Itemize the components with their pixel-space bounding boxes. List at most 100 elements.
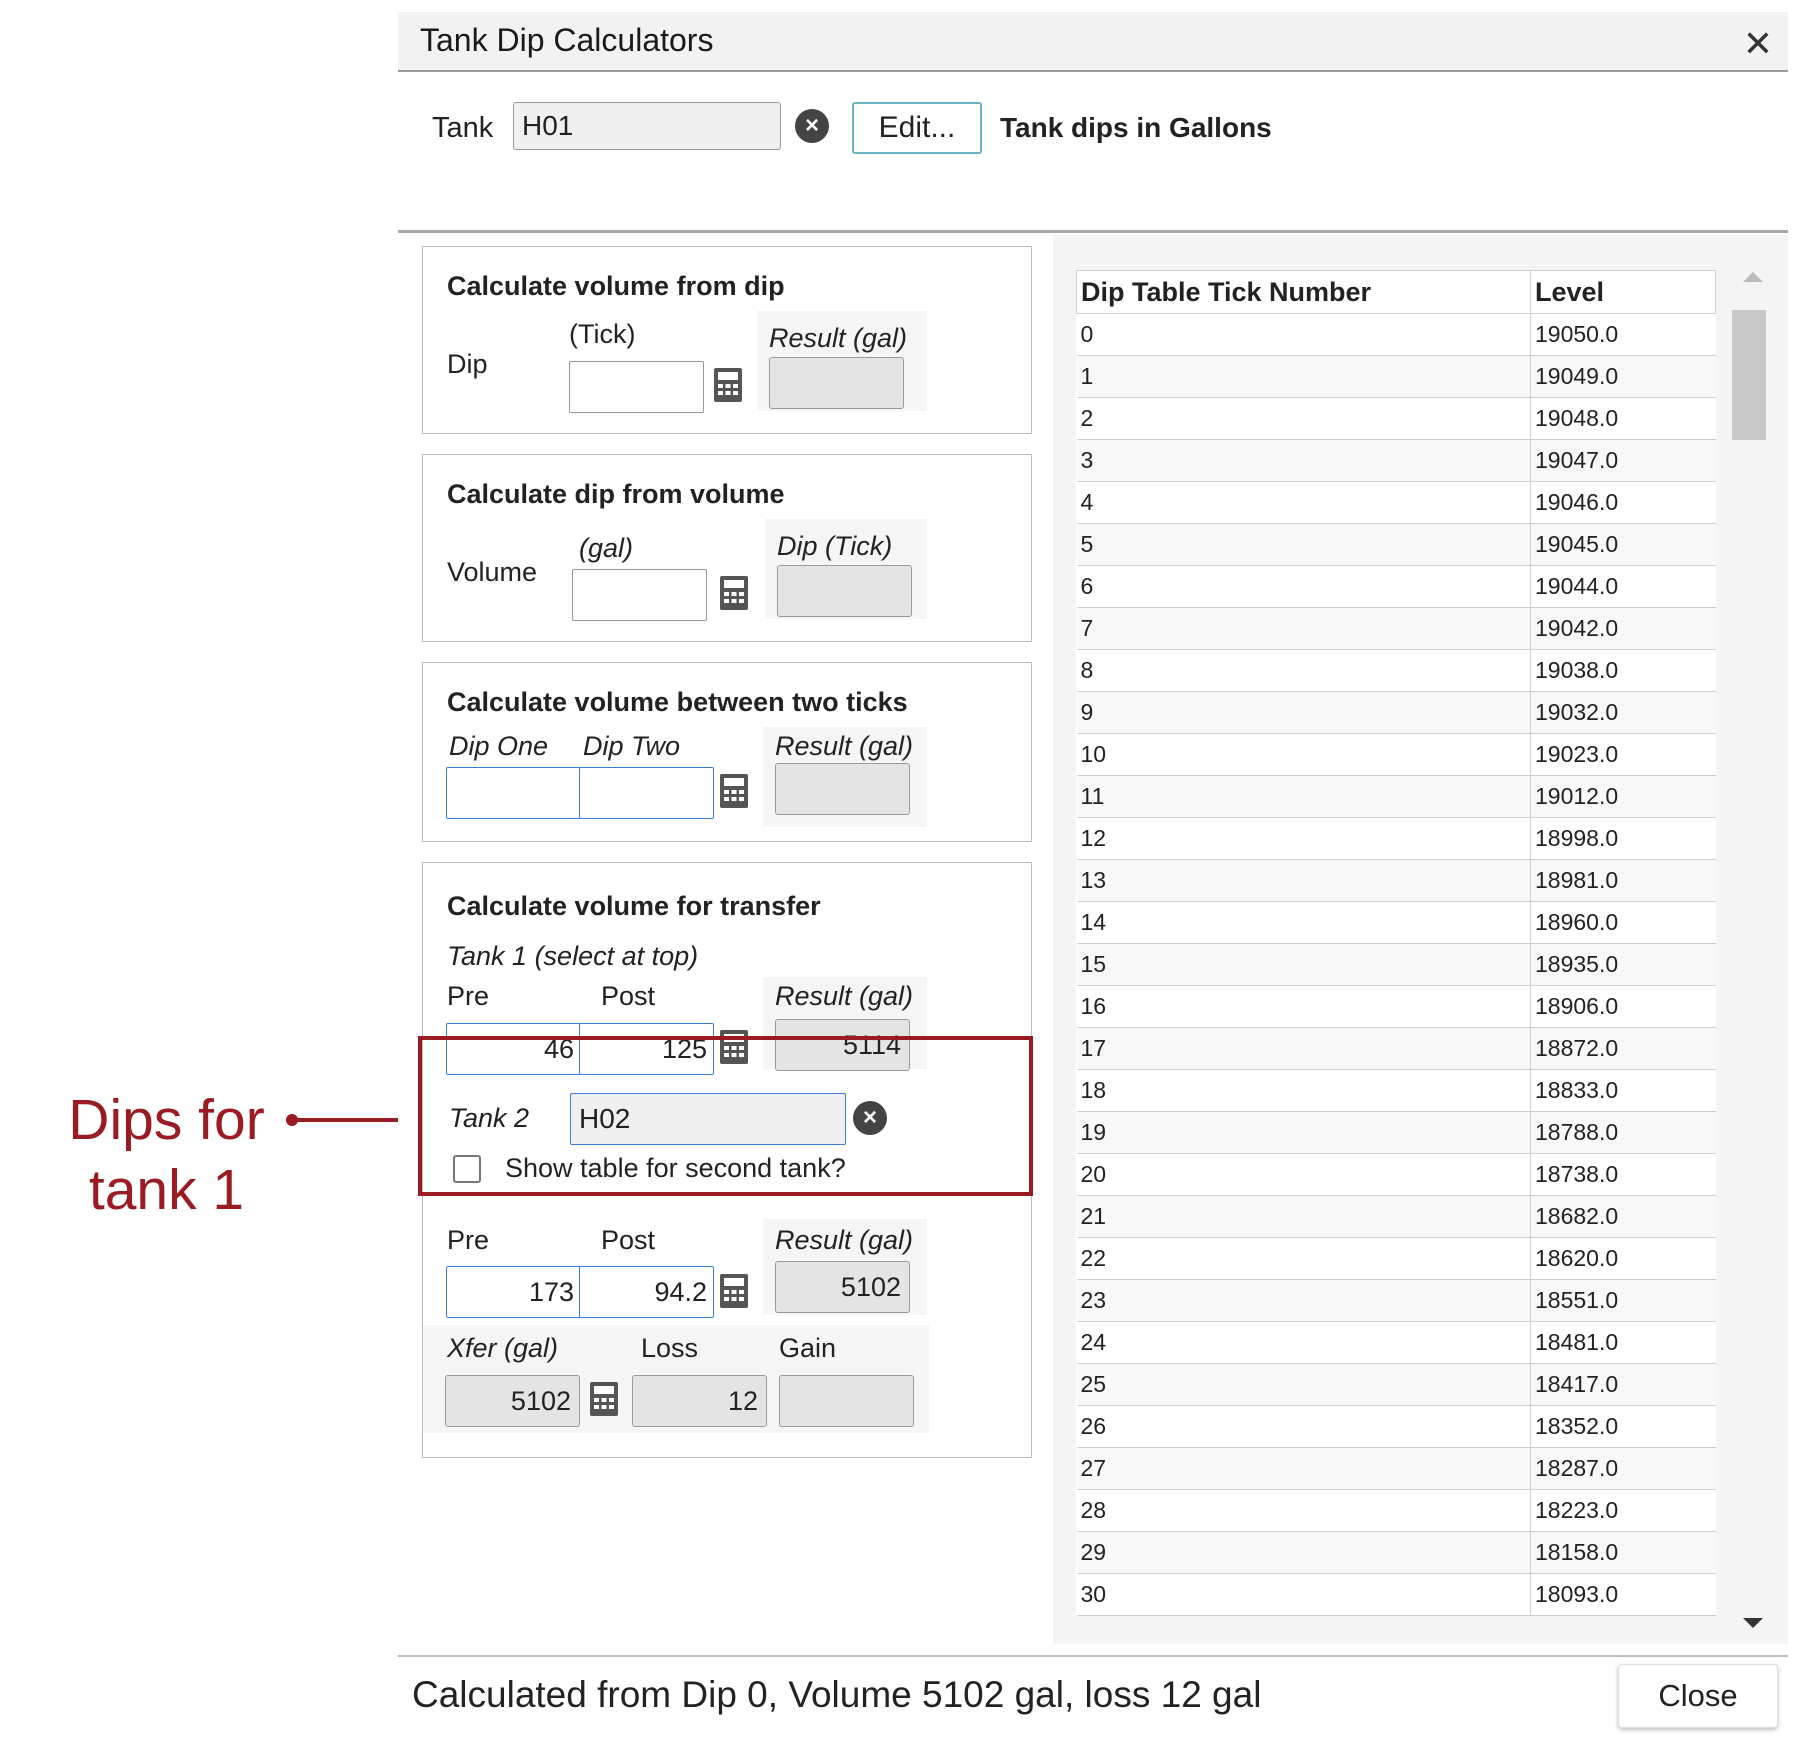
table-row[interactable]: 18 18833.0 xyxy=(1076,1069,1716,1112)
column-header-level: Level xyxy=(1530,270,1716,314)
dip-one-input[interactable] xyxy=(446,767,581,819)
tick-cell: 0 xyxy=(1076,313,1531,356)
gal-header: (gal) xyxy=(579,533,634,563)
tick-cell: 1 xyxy=(1076,355,1531,398)
table-row[interactable]: 11 19012.0 xyxy=(1076,775,1716,818)
scroll-thumb[interactable] xyxy=(1732,310,1766,440)
table-row[interactable]: 1 19049.0 xyxy=(1076,355,1716,398)
edit-button[interactable]: Edit... xyxy=(852,102,982,154)
calculator-icon[interactable] xyxy=(719,1273,749,1309)
table-row[interactable]: 9 19032.0 xyxy=(1076,691,1716,734)
table-row[interactable]: 25 18417.0 xyxy=(1076,1363,1716,1406)
panel-title: Calculate volume between two ticks xyxy=(447,687,908,717)
close-icon[interactable]: ✕ xyxy=(1738,24,1778,64)
clear-tank-icon[interactable]: × xyxy=(795,109,829,143)
tick-cell: 12 xyxy=(1076,817,1531,860)
tick-cell: 28 xyxy=(1076,1489,1531,1532)
pre-label: Pre xyxy=(447,981,490,1011)
level-cell: 18788.0 xyxy=(1530,1111,1716,1154)
table-row[interactable]: 30 18093.0 xyxy=(1076,1573,1716,1616)
tick-cell: 4 xyxy=(1076,481,1531,524)
table-row[interactable]: 5 19045.0 xyxy=(1076,523,1716,566)
level-cell: 18738.0 xyxy=(1530,1153,1716,1196)
volume-input[interactable] xyxy=(572,569,707,621)
dip-input[interactable] xyxy=(569,361,704,413)
status-message: Calculated from Dip 0, Volume 5102 gal, … xyxy=(412,1674,1262,1715)
tank2-result-header: Result (gal) xyxy=(775,1225,914,1255)
table-row[interactable]: 6 19044.0 xyxy=(1076,565,1716,608)
gain-field xyxy=(779,1375,914,1427)
close-button[interactable]: Close xyxy=(1618,1664,1778,1728)
table-row[interactable]: 29 18158.0 xyxy=(1076,1531,1716,1574)
tank2-post-input[interactable]: 94.2 xyxy=(579,1266,714,1318)
level-cell: 19012.0 xyxy=(1530,775,1716,818)
table-row[interactable]: 19 18788.0 xyxy=(1076,1111,1716,1154)
level-cell: 19032.0 xyxy=(1530,691,1716,734)
dip-label: Dip xyxy=(447,349,488,379)
table-row[interactable]: 26 18352.0 xyxy=(1076,1405,1716,1448)
tank2-post-label: Post xyxy=(601,1225,656,1255)
scrollbar[interactable] xyxy=(1728,270,1770,1640)
table-row[interactable]: 7 19042.0 xyxy=(1076,607,1716,650)
xfer-label: Xfer (gal) xyxy=(447,1333,559,1363)
level-cell: 19049.0 xyxy=(1530,355,1716,398)
table-row[interactable]: 21 18682.0 xyxy=(1076,1195,1716,1238)
level-cell: 19050.0 xyxy=(1530,313,1716,356)
table-row[interactable]: 22 18620.0 xyxy=(1076,1237,1716,1280)
tick-cell: 11 xyxy=(1076,775,1531,818)
scroll-down-arrow-icon[interactable] xyxy=(1743,1618,1763,1628)
table-row[interactable]: 14 18960.0 xyxy=(1076,901,1716,944)
level-cell: 19047.0 xyxy=(1530,439,1716,482)
tank-label: Tank xyxy=(432,112,494,144)
dip-two-input[interactable] xyxy=(579,767,714,819)
level-cell: 18417.0 xyxy=(1530,1363,1716,1406)
calculator-icon[interactable] xyxy=(719,575,749,611)
level-cell: 19044.0 xyxy=(1530,565,1716,608)
level-cell: 18682.0 xyxy=(1530,1195,1716,1238)
result-field xyxy=(769,357,904,409)
calculator-icon[interactable] xyxy=(589,1381,619,1417)
calculator-icon[interactable] xyxy=(719,773,749,809)
table-row[interactable]: 16 18906.0 xyxy=(1076,985,1716,1028)
calculator-icon[interactable] xyxy=(713,367,743,403)
table-row[interactable]: 15 18935.0 xyxy=(1076,943,1716,986)
divider xyxy=(398,230,1788,233)
annotation-label: Dips for tank 1 xyxy=(68,1088,265,1222)
table-row[interactable]: 2 19048.0 xyxy=(1076,397,1716,440)
table-row[interactable]: 17 18872.0 xyxy=(1076,1027,1716,1070)
level-cell: 18223.0 xyxy=(1530,1489,1716,1532)
table-row[interactable]: 3 19047.0 xyxy=(1076,439,1716,482)
table-row[interactable]: 28 18223.0 xyxy=(1076,1489,1716,1532)
dialog-titlebar: Tank Dip Calculators ✕ xyxy=(398,12,1788,72)
level-cell: 19045.0 xyxy=(1530,523,1716,566)
tick-cell: 21 xyxy=(1076,1195,1531,1238)
tick-cell: 3 xyxy=(1076,439,1531,482)
table-row[interactable]: 12 18998.0 xyxy=(1076,817,1716,860)
calculators-column: Calculate volume from dip (Tick) Dip Res… xyxy=(398,234,1053,1644)
tick-cell: 19 xyxy=(1076,1111,1531,1154)
level-cell: 18093.0 xyxy=(1530,1573,1716,1616)
tick-cell: 30 xyxy=(1076,1573,1531,1616)
table-row[interactable]: 23 18551.0 xyxy=(1076,1279,1716,1322)
result-header: Dip (Tick) xyxy=(777,531,893,561)
level-cell: 18352.0 xyxy=(1530,1405,1716,1448)
tank-input[interactable]: H01 xyxy=(513,102,781,150)
table-row[interactable]: 13 18981.0 xyxy=(1076,859,1716,902)
table-row[interactable]: 4 19046.0 xyxy=(1076,481,1716,524)
level-cell: 19042.0 xyxy=(1530,607,1716,650)
table-row[interactable]: 20 18738.0 xyxy=(1076,1153,1716,1196)
level-cell: 19048.0 xyxy=(1530,397,1716,440)
dip-table-column: Dip Table Tick Number Level 0 19050.0 1 190… xyxy=(1053,234,1788,1644)
table-row[interactable]: 24 18481.0 xyxy=(1076,1321,1716,1364)
table-row[interactable]: 8 19038.0 xyxy=(1076,649,1716,692)
table-row[interactable]: 10 19023.0 xyxy=(1076,733,1716,776)
volume-label: Volume xyxy=(447,557,538,587)
level-cell: 18158.0 xyxy=(1530,1531,1716,1574)
table-row[interactable]: 27 18287.0 xyxy=(1076,1447,1716,1490)
tank2-pre-input[interactable]: 173 xyxy=(446,1266,581,1318)
table-row[interactable]: 0 19050.0 xyxy=(1076,313,1716,356)
level-cell: 19038.0 xyxy=(1530,649,1716,692)
result-header: Result (gal) xyxy=(775,731,914,761)
tick-header: (Tick) xyxy=(569,319,636,349)
scroll-up-arrow-icon[interactable] xyxy=(1743,272,1763,282)
